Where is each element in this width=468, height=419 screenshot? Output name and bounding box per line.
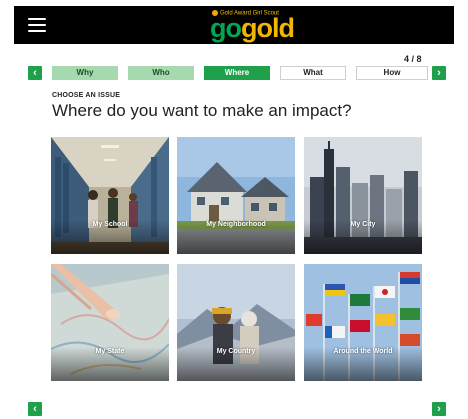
card-around-the-world[interactable]: Around the World [304, 264, 422, 381]
card-label: My State [95, 348, 125, 355]
card-label: My Neighborhood [206, 221, 266, 228]
card-label: My Country [216, 348, 256, 355]
card-my-country[interactable]: My Country [177, 264, 295, 381]
tab-how[interactable]: How [356, 66, 428, 80]
card-label: Around the World [333, 348, 393, 355]
chevron-left-icon: ‹ [33, 403, 37, 415]
page-title: Where do you want to make an impact? [52, 101, 352, 120]
step-tabs: Why Who Where What How [52, 66, 428, 80]
chevron-right-icon: › [437, 403, 441, 415]
hamburger-menu-icon[interactable] [28, 18, 46, 32]
card-my-school[interactable]: My School [51, 137, 169, 254]
next-step-button[interactable]: › [432, 66, 446, 80]
card-label: My School [92, 221, 128, 228]
card-label: My City [350, 221, 376, 228]
card-my-city[interactable]: My City [304, 137, 422, 254]
tab-what[interactable]: What [280, 66, 346, 80]
tab-why[interactable]: Why [52, 66, 118, 80]
prev-step-button[interactable]: ‹ [28, 66, 42, 80]
step-counter: 4 / 8 [404, 54, 422, 64]
chevron-right-icon: › [437, 67, 441, 79]
section-eyebrow: CHOOSE AN ISSUE [52, 92, 121, 99]
chevron-left-icon: ‹ [33, 67, 37, 79]
tab-who[interactable]: Who [128, 66, 194, 80]
prev-page-button[interactable]: ‹ [28, 402, 42, 416]
tab-where[interactable]: Where [204, 66, 270, 80]
logo-wordmark: gogold [210, 13, 295, 43]
next-page-button[interactable]: › [432, 402, 446, 416]
gogold-logo[interactable]: Gold Award Girl Scout gogold [210, 8, 320, 42]
top-bar: Gold Award Girl Scout gogold [14, 6, 454, 44]
card-my-state[interactable]: My State [51, 264, 169, 381]
card-my-neighborhood[interactable]: My Neighborhood [177, 137, 295, 254]
